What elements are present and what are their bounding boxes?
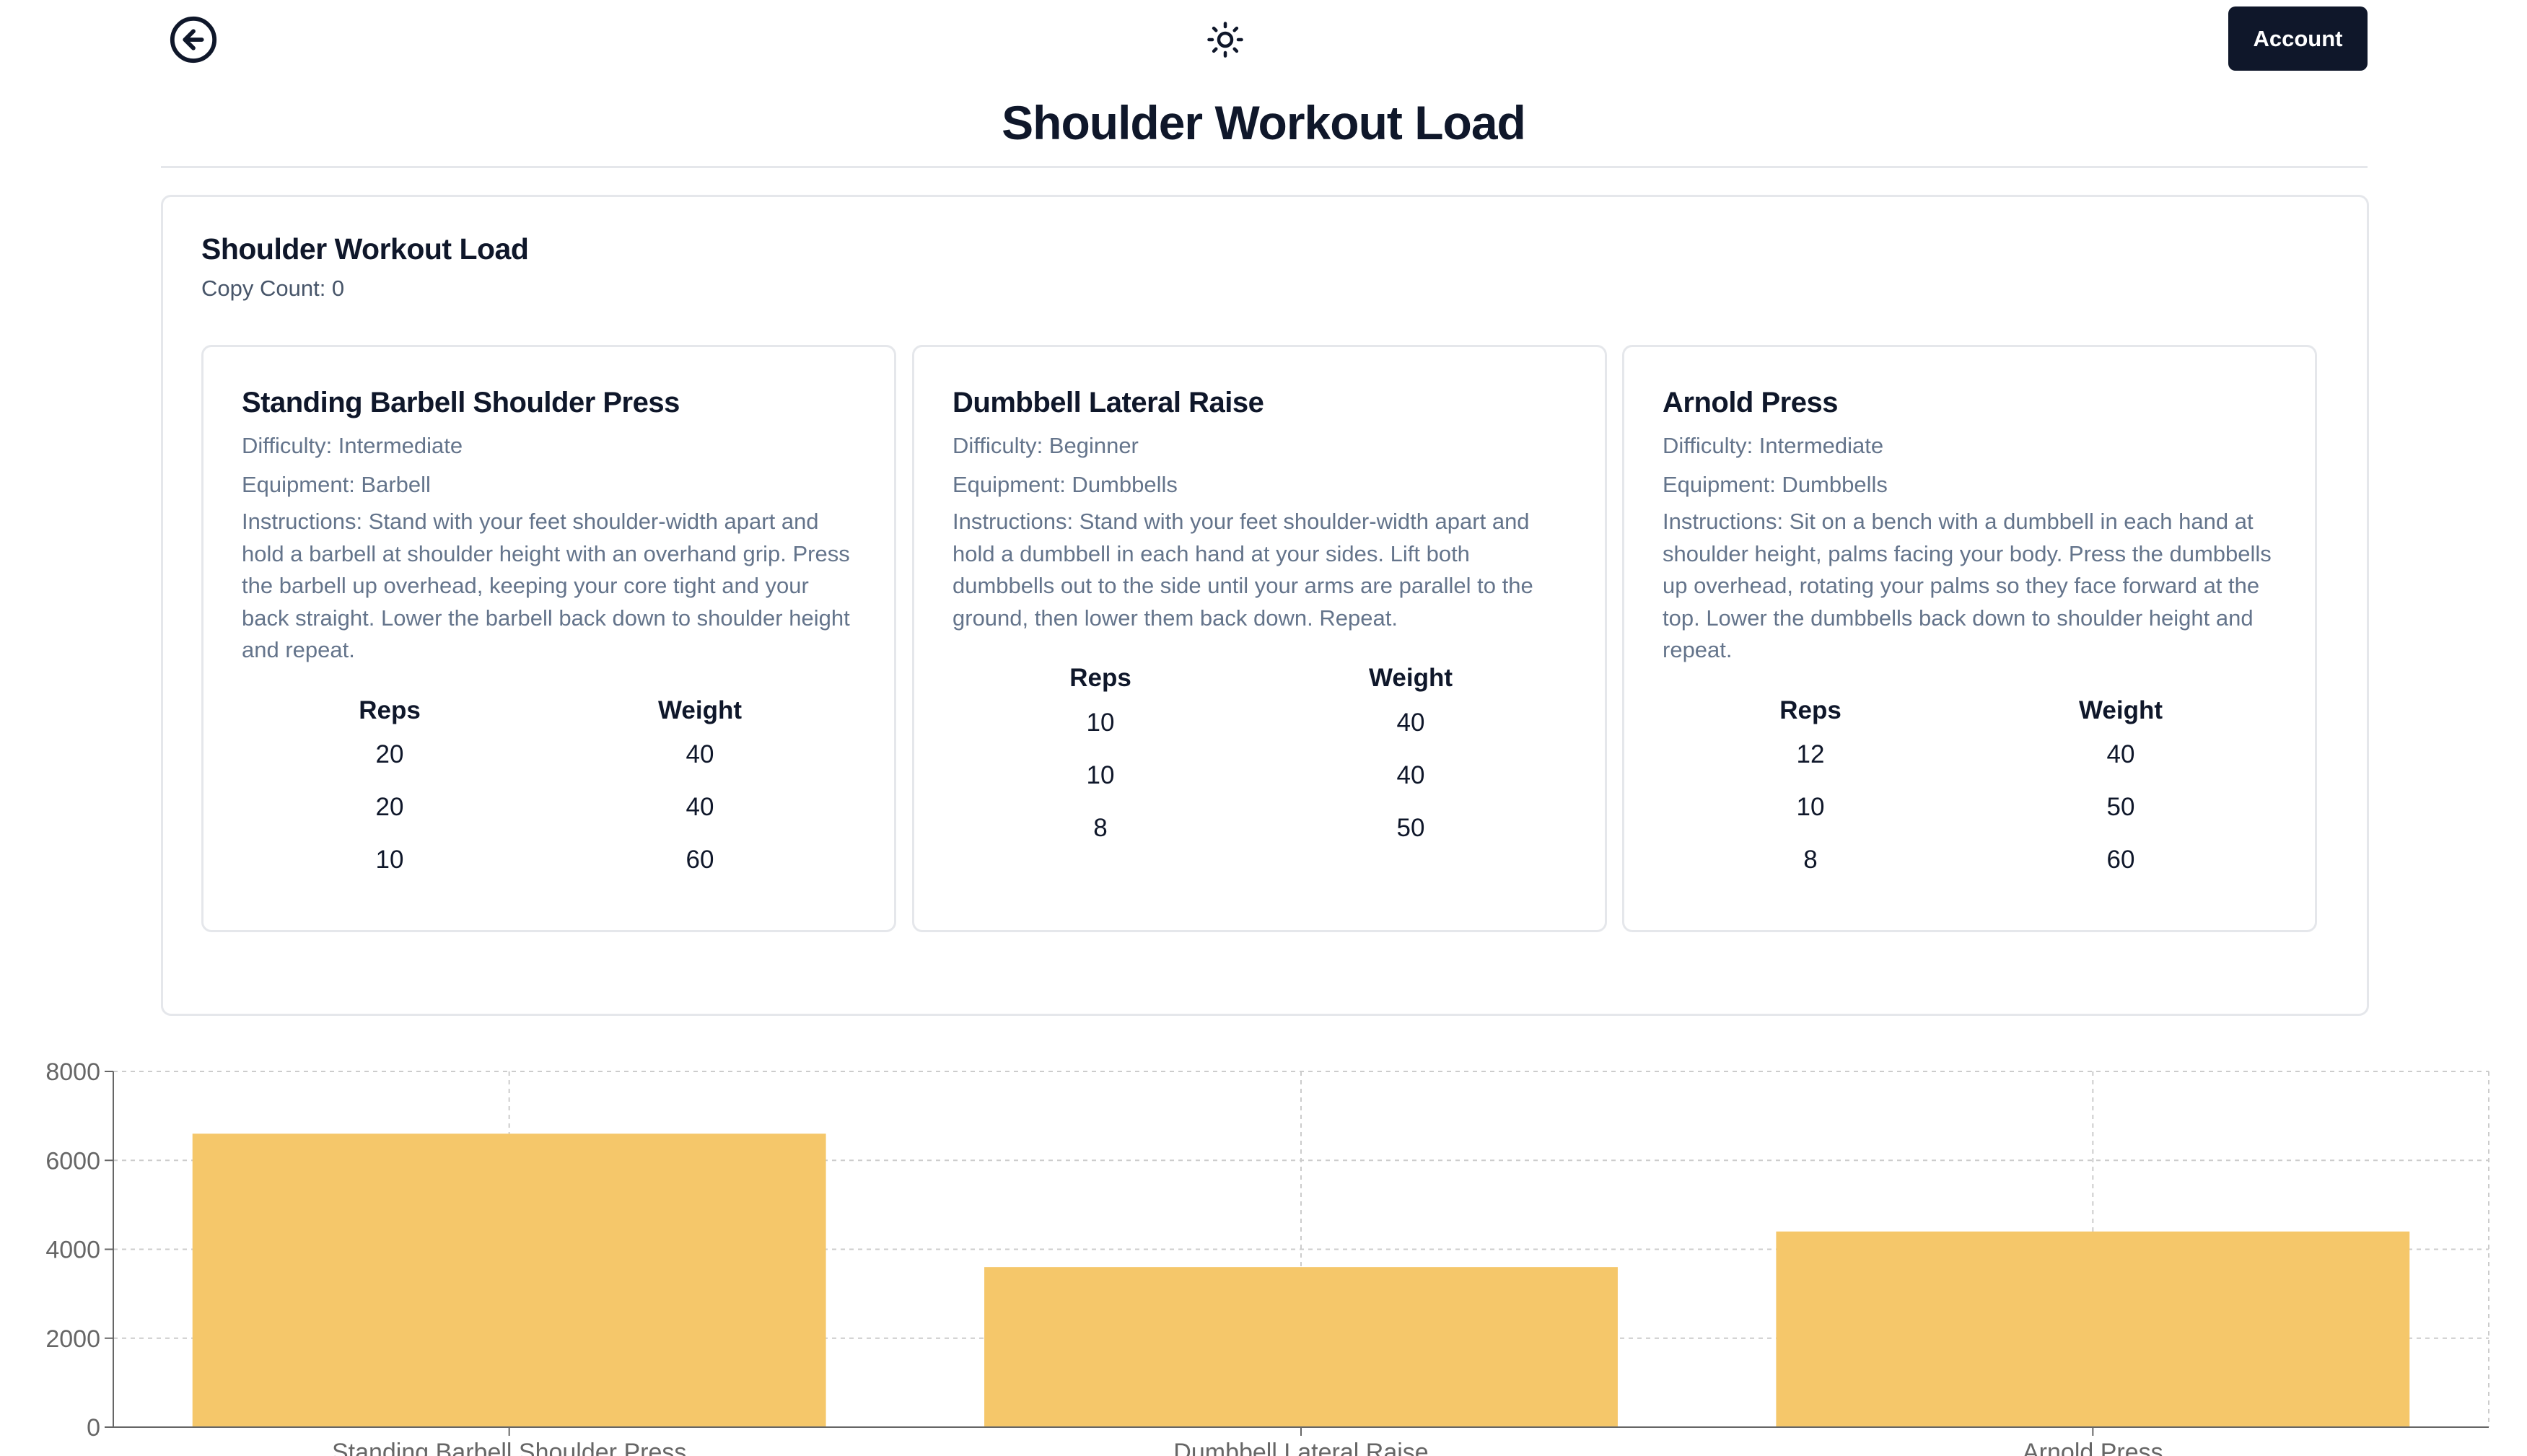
set-weight: 40	[686, 793, 714, 822]
set-reps: 10	[1086, 760, 1115, 789]
set-reps: 10	[375, 846, 404, 874]
x-tick-label: Standing Barbell Shoulder Press	[332, 1439, 686, 1456]
header-divider	[161, 166, 2368, 168]
set-reps: 8	[1803, 846, 1818, 874]
set-weight: 50	[1396, 813, 1425, 842]
set-reps: 20	[375, 740, 404, 769]
set-row: 10 60	[235, 834, 855, 887]
page-title: Shoulder Workout Load	[1002, 96, 1526, 149]
y-tick-label: 6000	[45, 1147, 100, 1175]
set-row: 12 40	[1655, 729, 2276, 781]
y-tick-label: 2000	[45, 1325, 100, 1353]
exercise-equipment: Equipment: Barbell	[242, 472, 431, 497]
set-row: 20 40	[235, 729, 855, 781]
sets-table: Reps Weight 12 40 10 50 8 60	[1655, 693, 2276, 887]
workout-title: Shoulder Workout Load	[201, 232, 529, 266]
exercise-card: Standing Barbell Shoulder Press Difficul…	[201, 345, 896, 932]
sets-table: Reps Weight 20 40 20 40 10 60	[235, 693, 855, 887]
set-row: 10 40	[945, 696, 1566, 749]
set-weight: 40	[1396, 760, 1425, 789]
set-row: 8 50	[945, 802, 1566, 854]
weight-header: Weight	[1368, 664, 1453, 693]
y-tick-label: 8000	[45, 1058, 100, 1086]
bar	[984, 1267, 1618, 1427]
set-weight: 40	[686, 740, 714, 769]
set-weight: 40	[2106, 740, 2135, 769]
exercise-name: Arnold Press	[1663, 387, 1838, 418]
reps-header: Reps	[1069, 664, 1131, 693]
reps-header: Reps	[1779, 696, 1841, 724]
copy-count: Copy Count: 0	[201, 276, 345, 301]
weight-header: Weight	[657, 696, 742, 724]
sets-table: Reps Weight 10 40 10 40 8 50	[945, 660, 1566, 854]
exercise-difficulty: Difficulty: Intermediate	[242, 433, 463, 458]
set-reps: 20	[375, 793, 404, 822]
exercise-card: Dumbbell Lateral Raise Difficulty: Begin…	[912, 345, 1607, 932]
y-tick-label: 0	[87, 1414, 100, 1442]
set-row: 10 40	[945, 749, 1566, 802]
set-row: 8 60	[1655, 834, 2276, 887]
set-row: 10 50	[1655, 781, 2276, 834]
set-reps: 10	[1796, 793, 1825, 822]
weight-header: Weight	[2078, 696, 2163, 724]
exercise-instructions: Instructions: Stand with your feet shoul…	[952, 509, 1533, 631]
set-reps: 12	[1796, 740, 1825, 769]
exercise-equipment: Equipment: Dumbbells	[1663, 472, 1888, 497]
exercise-name: Dumbbell Lateral Raise	[952, 387, 1264, 418]
back-button[interactable]	[168, 14, 219, 65]
bar	[192, 1133, 826, 1427]
exercise-difficulty: Difficulty: Beginner	[952, 433, 1139, 458]
page: Account Shoulder Workout Load Shoulder W…	[0, 0, 2527, 1456]
y-tick-label: 4000	[45, 1237, 100, 1264]
set-weight: 40	[1396, 708, 1425, 737]
x-tick-label: Arnold Press	[2023, 1439, 2163, 1456]
set-weight: 60	[2106, 846, 2135, 874]
x-tick-label: Dumbbell Lateral Raise	[1173, 1439, 1428, 1456]
exercise-card: Arnold Press Difficulty: Intermediate Eq…	[1622, 345, 2317, 932]
set-weight: 60	[686, 846, 714, 874]
exercise-difficulty: Difficulty: Intermediate	[1663, 433, 1884, 458]
set-reps: 8	[1093, 813, 1108, 842]
exercise-equipment: Equipment: Dumbbells	[952, 472, 1178, 497]
arrow-left-circle-icon	[170, 16, 217, 63]
exercise-instructions: Instructions: Stand with your feet shoul…	[242, 509, 850, 663]
reps-header: Reps	[359, 696, 421, 724]
exercise-name: Standing Barbell Shoulder Press	[242, 387, 680, 418]
workout-load-chart: 0 2000 4000 6000 8000 Standing Barbell Should…	[45, 1058, 2489, 1456]
set-row: 20 40	[235, 781, 855, 834]
sun-icon	[1207, 22, 1243, 58]
set-reps: 10	[1086, 708, 1115, 737]
account-button[interactable]: Account	[2228, 6, 2368, 71]
theme-toggle-button[interactable]	[1204, 19, 1246, 61]
set-weight: 50	[2106, 793, 2135, 822]
exercise-instructions: Instructions: Sit on a bench with a dumb…	[1663, 509, 2272, 663]
bar	[1776, 1231, 2410, 1427]
